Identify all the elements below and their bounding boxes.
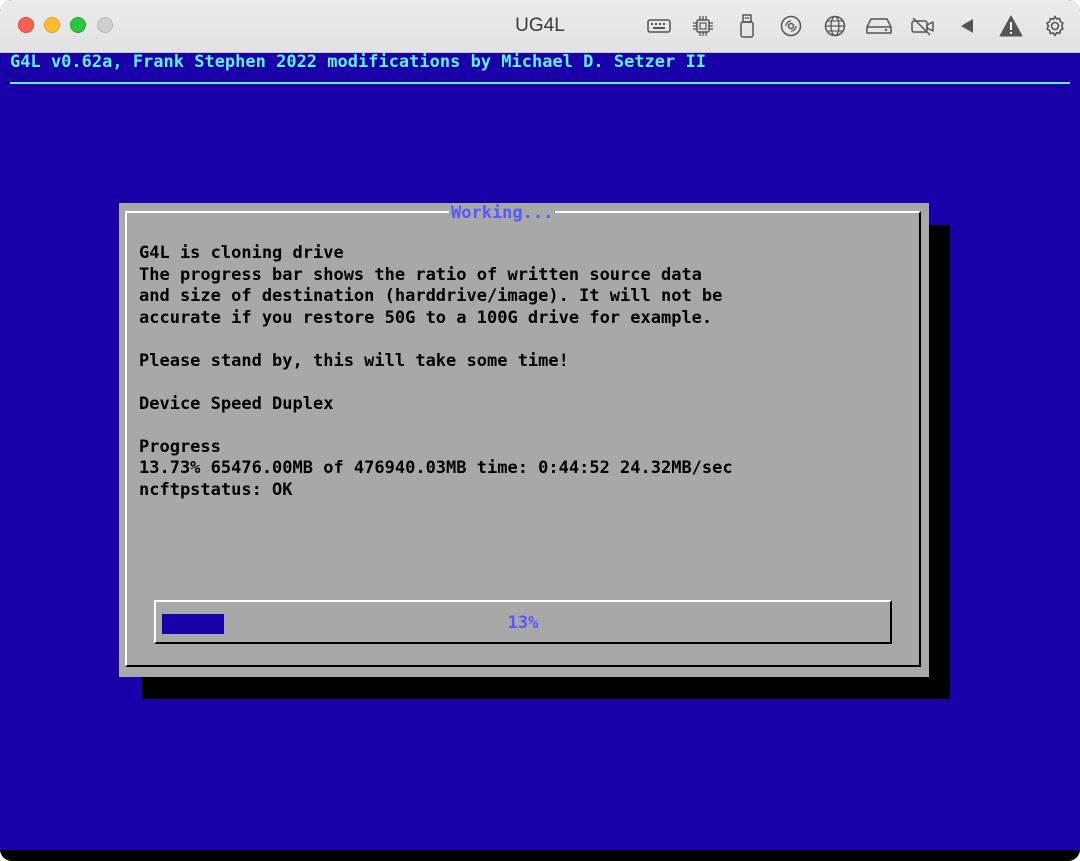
working-dialog: Working... G4L is cloning drive The prog… (119, 203, 929, 677)
disc-icon[interactable] (774, 12, 808, 40)
status-line-cloning: G4L is cloning drive (139, 243, 344, 263)
app-window: UG4L G4L v0.62a, Frank Stephen 2022 modi… (0, 0, 1080, 861)
info-line-1: The progress bar shows the ratio of writ… (139, 264, 702, 285)
audio-icon[interactable] (950, 12, 984, 40)
keyboard-icon[interactable] (642, 12, 676, 40)
camera-off-icon[interactable] (906, 12, 940, 40)
globe-icon[interactable] (818, 12, 852, 40)
progress-heading: Progress (139, 436, 221, 457)
cpu-icon[interactable] (686, 12, 720, 40)
header-divider (10, 82, 1070, 84)
info-line-2: and size of destination (harddrive/image… (139, 286, 723, 306)
settings-icon[interactable] (1038, 12, 1072, 40)
vm-toolbar (642, 12, 1072, 40)
warning-icon[interactable] (994, 12, 1028, 40)
progress-percent-label: 13% (507, 613, 539, 633)
header-text: G4L v0.62a, Frank Stephen 2022 modificat… (10, 52, 706, 72)
hard-drive-icon[interactable] (862, 12, 896, 40)
ncftp-status-line: ncftpstatus: OK (139, 479, 293, 500)
usb-drive-icon[interactable] (730, 12, 764, 40)
standby-line: Please stand by, this will take some tim… (139, 350, 569, 371)
dialog-title: Working... (449, 203, 556, 223)
title-bar: UG4L (0, 0, 1080, 53)
bottom-border (0, 850, 1080, 861)
terminal-screen[interactable]: G4L v0.62a, Frank Stephen 2022 modificat… (0, 53, 1080, 850)
device-header-line: Device Speed Duplex (139, 393, 334, 414)
info-line-3: accurate if you restore 50G to a 100G dr… (139, 307, 713, 328)
progress-stats-line: 13.73% 65476.00MB of 476940.03MB time: 0… (139, 458, 733, 478)
progress-bar: 13% (154, 600, 892, 644)
